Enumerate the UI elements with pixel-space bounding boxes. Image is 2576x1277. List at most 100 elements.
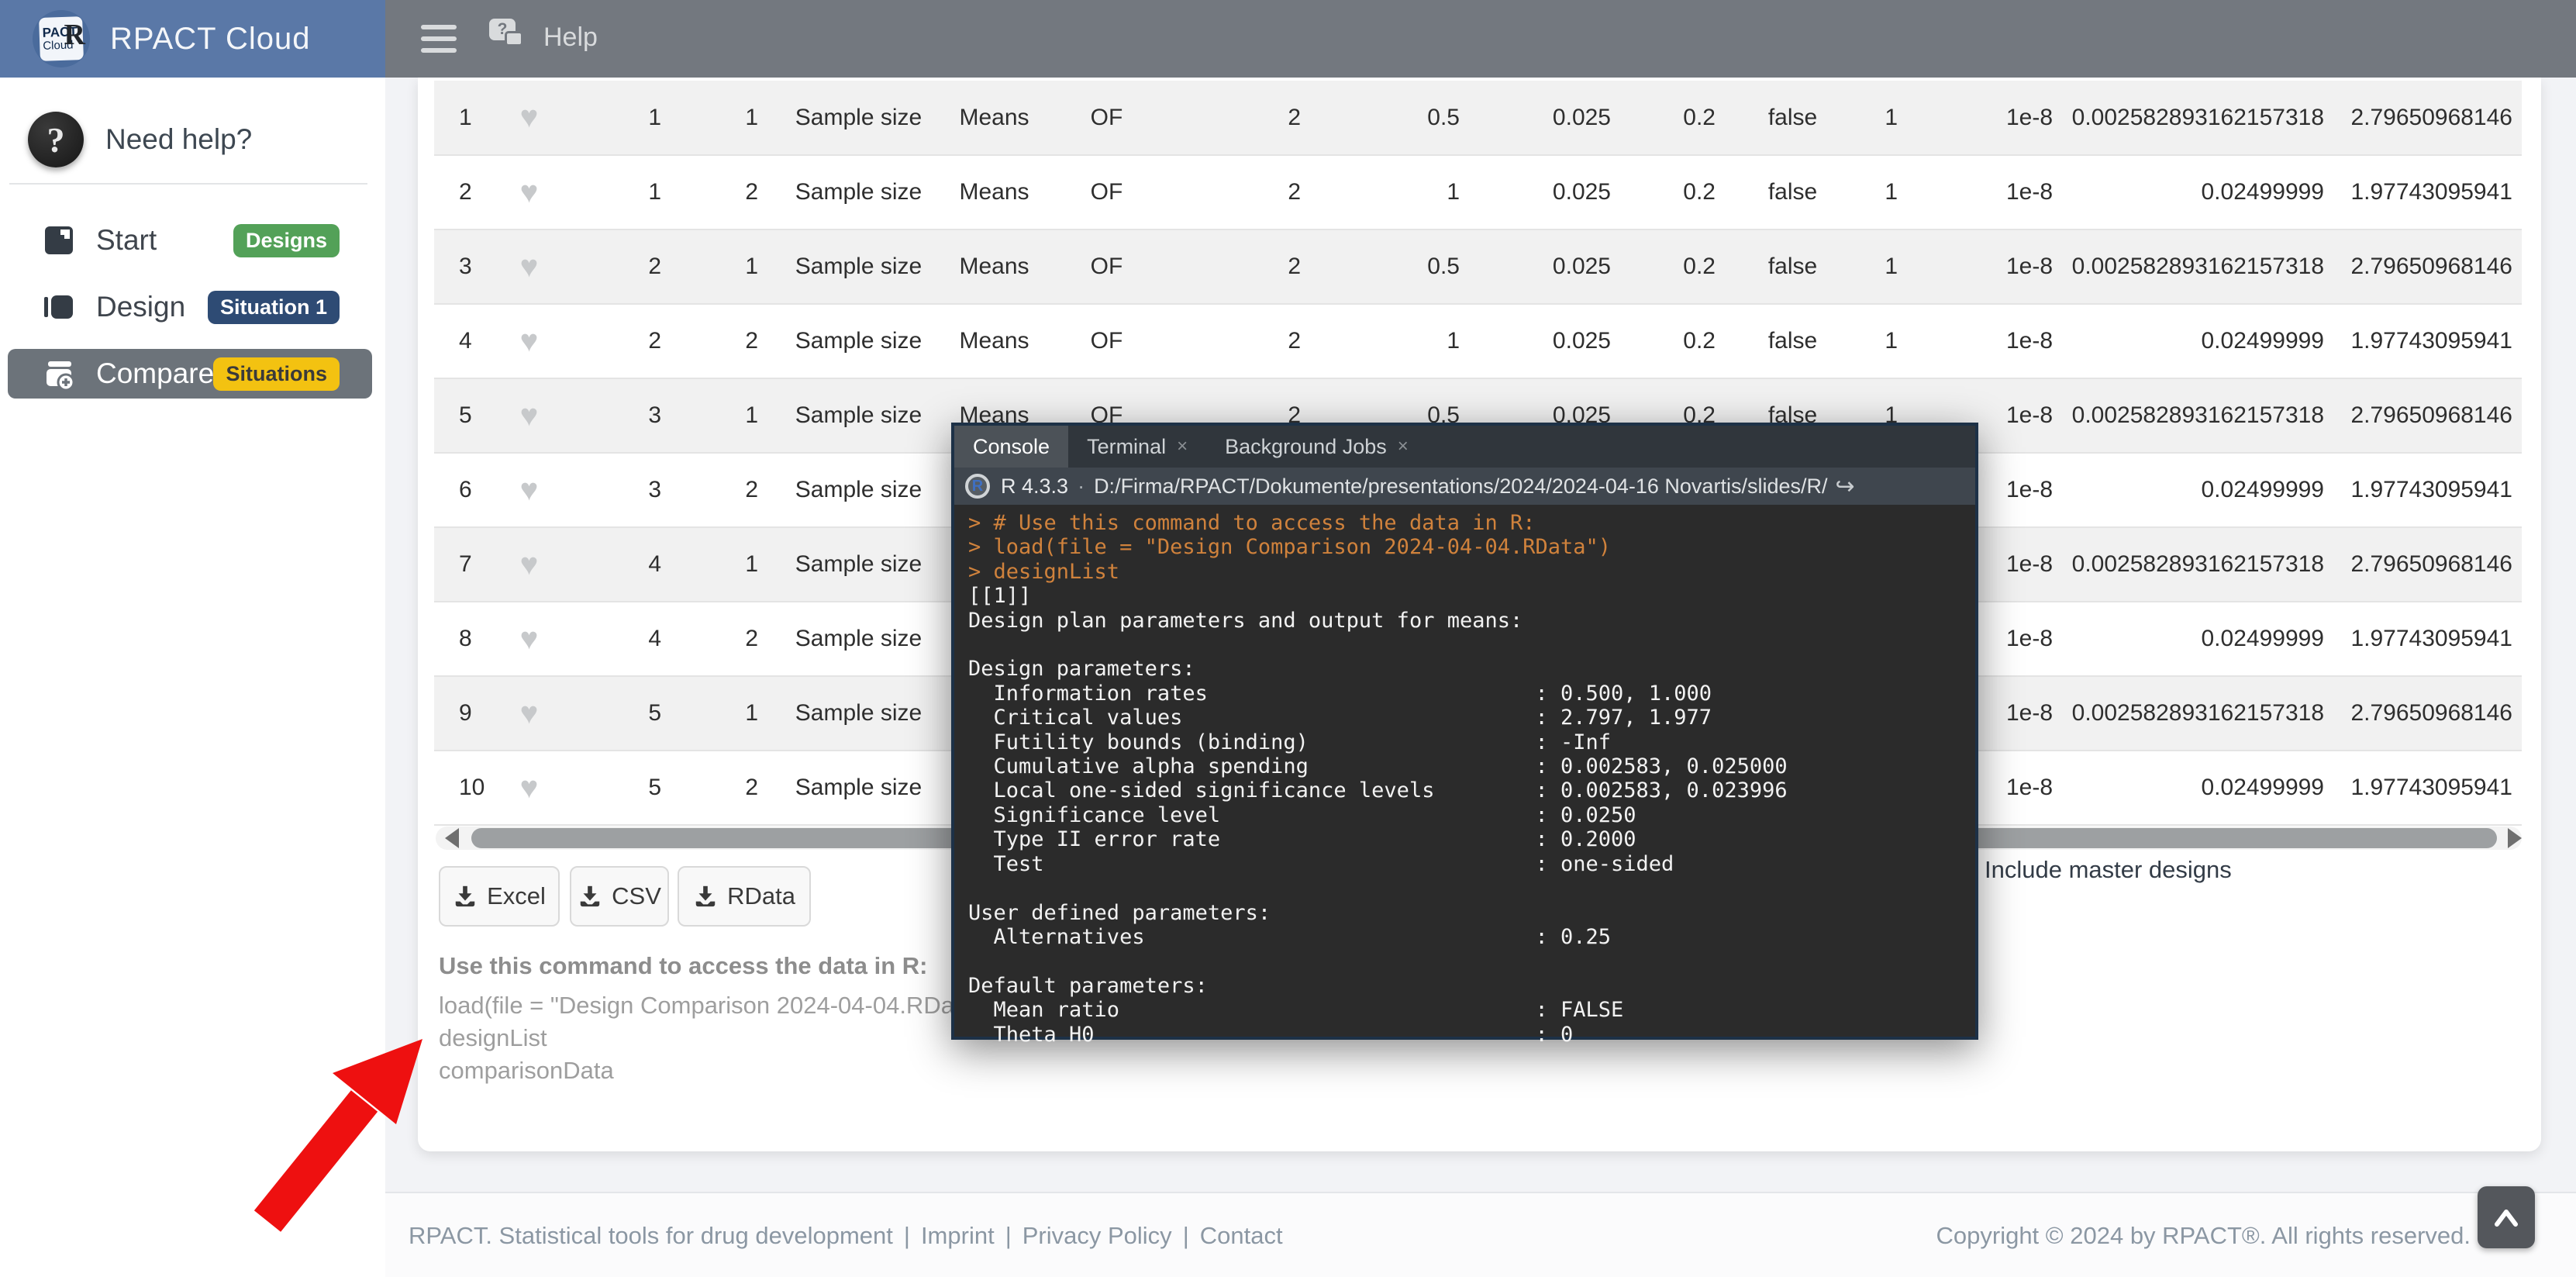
scroll-right-icon[interactable] bbox=[2508, 828, 2522, 848]
table-cell: 5 bbox=[570, 751, 671, 825]
table-cell: 1e-8 bbox=[1907, 230, 2062, 304]
working-directory-path[interactable]: D:/Firma/RPACT/Dokumente/presentations/2… bbox=[1094, 475, 1827, 499]
console-line bbox=[968, 949, 1975, 973]
console-line bbox=[968, 876, 1975, 900]
table-cell: 1e-8 bbox=[1907, 155, 2062, 230]
table-cell: false bbox=[1725, 230, 1860, 304]
favorite-heart-icon[interactable]: ♥ bbox=[488, 453, 570, 527]
table-cell: 2.79650968146 bbox=[2333, 527, 2522, 602]
app-title: RPACT Cloud bbox=[110, 22, 311, 57]
console-line: Design parameters: bbox=[968, 657, 1975, 681]
table-cell: 1 bbox=[671, 81, 767, 155]
footer: RPACT. Statistical tools for drug develo… bbox=[385, 1192, 2576, 1277]
console-line: Futility bounds (binding) : -Inf bbox=[968, 730, 1975, 754]
r-version: R 4.3.3 bbox=[1001, 475, 1068, 499]
table-cell: 2 bbox=[1174, 155, 1310, 230]
sidebar-item-start[interactable]: Start Designs bbox=[8, 216, 372, 265]
table-cell: OF bbox=[1039, 230, 1174, 304]
console-output[interactable]: > # Use this command to access the data … bbox=[954, 505, 1975, 1047]
favorite-heart-icon[interactable]: ♥ bbox=[488, 81, 570, 155]
table-cell: Sample size bbox=[767, 527, 950, 602]
table-cell: 0.002582893162157318 bbox=[2062, 378, 2333, 453]
export-csv-button[interactable]: CSV bbox=[570, 866, 669, 927]
table-cell: 1 bbox=[1860, 81, 1907, 155]
scroll-to-top-button[interactable] bbox=[2478, 1186, 2535, 1248]
console-line: Theta H0 : 0 bbox=[968, 1023, 1975, 1047]
favorite-heart-icon[interactable]: ♥ bbox=[488, 676, 570, 751]
table-cell: Sample size bbox=[767, 81, 950, 155]
table-cell: 0.025 bbox=[1469, 304, 1620, 378]
table-row[interactable]: 4♥22Sample sizeMeansOF210.0250.2false11e… bbox=[434, 304, 2522, 378]
menu-toggle-icon[interactable] bbox=[421, 25, 457, 53]
favorite-heart-icon[interactable]: ♥ bbox=[488, 155, 570, 230]
table-cell: false bbox=[1725, 81, 1860, 155]
r-access-block: Use this command to access the data in R… bbox=[439, 952, 991, 1087]
close-icon[interactable]: × bbox=[1177, 436, 1188, 457]
favorite-heart-icon[interactable]: ♥ bbox=[488, 602, 570, 676]
table-cell: 1.97743095941 bbox=[2333, 155, 2522, 230]
screen: PACT Cloud R RPACT Cloud ? Need help? St… bbox=[0, 0, 2576, 1277]
include-master-designs-checkbox-label[interactable]: Include master designs bbox=[1985, 856, 2232, 884]
console-line: Design plan parameters and output for me… bbox=[968, 609, 1975, 633]
console-version-bar: R R 4.3.3 · D:/Firma/RPACT/Dokumente/pre… bbox=[954, 468, 1975, 505]
sidebar-item-design[interactable]: Design Situation 1 bbox=[8, 282, 372, 332]
table-cell: 0.025 bbox=[1469, 155, 1620, 230]
tab-terminal[interactable]: Terminal× bbox=[1068, 426, 1206, 468]
console-line: Information rates : 0.500, 1.000 bbox=[968, 682, 1975, 706]
privacy-policy-link[interactable]: Privacy Policy bbox=[1022, 1222, 1172, 1250]
export-rdata-button[interactable]: RData bbox=[678, 866, 811, 927]
designs-badge: Designs bbox=[233, 224, 340, 257]
export-rdata-label: RData bbox=[727, 882, 795, 910]
table-cell: Sample size bbox=[767, 602, 950, 676]
table-cell: 0.002582893162157318 bbox=[2062, 676, 2333, 751]
situations-badge: Situations bbox=[213, 357, 340, 391]
close-icon[interactable]: × bbox=[1398, 436, 1409, 457]
sidebar-item-compare[interactable]: Compare Situations bbox=[8, 349, 372, 399]
table-cell: 5 bbox=[570, 676, 671, 751]
scroll-left-icon[interactable] bbox=[445, 828, 459, 848]
table-cell: 1 bbox=[671, 676, 767, 751]
console-line: > load(file = "Design Comparison 2024-04… bbox=[968, 535, 1975, 559]
download-icon bbox=[453, 884, 478, 909]
export-excel-button[interactable]: Excel bbox=[439, 866, 560, 927]
table-row[interactable]: 2♥12Sample sizeMeansOF210.0250.2false11e… bbox=[434, 155, 2522, 230]
table-cell: 0.2 bbox=[1620, 230, 1725, 304]
table-cell: 0.002582893162157318 bbox=[2062, 81, 2333, 155]
table-row[interactable]: 1♥11Sample sizeMeansOF20.50.0250.2false1… bbox=[434, 81, 2522, 155]
need-help-link[interactable]: ? Need help? bbox=[0, 101, 385, 178]
table-cell: 1.97743095941 bbox=[2333, 304, 2522, 378]
help-button[interactable]: ? Help bbox=[489, 19, 598, 56]
favorite-heart-icon[interactable]: ♥ bbox=[488, 230, 570, 304]
help-bubbles-icon: ? bbox=[489, 19, 529, 56]
open-folder-arrow-icon[interactable]: ↪ bbox=[1835, 473, 1854, 500]
favorite-heart-icon[interactable]: ♥ bbox=[488, 527, 570, 602]
contact-link[interactable]: Contact bbox=[1200, 1222, 1283, 1250]
tab-background-jobs[interactable]: Background Jobs× bbox=[1206, 426, 1427, 468]
table-cell: Sample size bbox=[767, 453, 950, 527]
table-cell: 0.2 bbox=[1620, 81, 1725, 155]
imprint-link[interactable]: Imprint bbox=[921, 1222, 995, 1250]
table-cell: 1 bbox=[671, 230, 767, 304]
table-cell: 3 bbox=[434, 230, 488, 304]
table-cell: 8 bbox=[434, 602, 488, 676]
chevron-up-icon bbox=[2491, 1206, 2522, 1229]
sidebar: PACT Cloud R RPACT Cloud ? Need help? St… bbox=[0, 0, 385, 1277]
need-help-label: Need help? bbox=[105, 123, 252, 156]
favorite-heart-icon[interactable]: ♥ bbox=[488, 378, 570, 453]
table-cell: 2 bbox=[1174, 230, 1310, 304]
table-cell: 1e-8 bbox=[1907, 304, 2062, 378]
tab-console[interactable]: Console bbox=[954, 426, 1068, 468]
table-cell: 0.2 bbox=[1620, 304, 1725, 378]
download-icon bbox=[693, 884, 718, 909]
table-cell: false bbox=[1725, 155, 1860, 230]
favorite-heart-icon[interactable]: ♥ bbox=[488, 751, 570, 825]
table-cell: 2 bbox=[570, 230, 671, 304]
table-cell: 0.02499999 bbox=[2062, 602, 2333, 676]
table-cell: 2.79650968146 bbox=[2333, 81, 2522, 155]
table-cell: 0.5 bbox=[1310, 230, 1469, 304]
favorite-heart-icon[interactable]: ♥ bbox=[488, 304, 570, 378]
console-line: > # Use this command to access the data … bbox=[968, 511, 1975, 535]
console-line: Significance level : 0.0250 bbox=[968, 803, 1975, 827]
table-row[interactable]: 3♥21Sample sizeMeansOF20.50.0250.2false1… bbox=[434, 230, 2522, 304]
table-cell: 2.79650968146 bbox=[2333, 230, 2522, 304]
